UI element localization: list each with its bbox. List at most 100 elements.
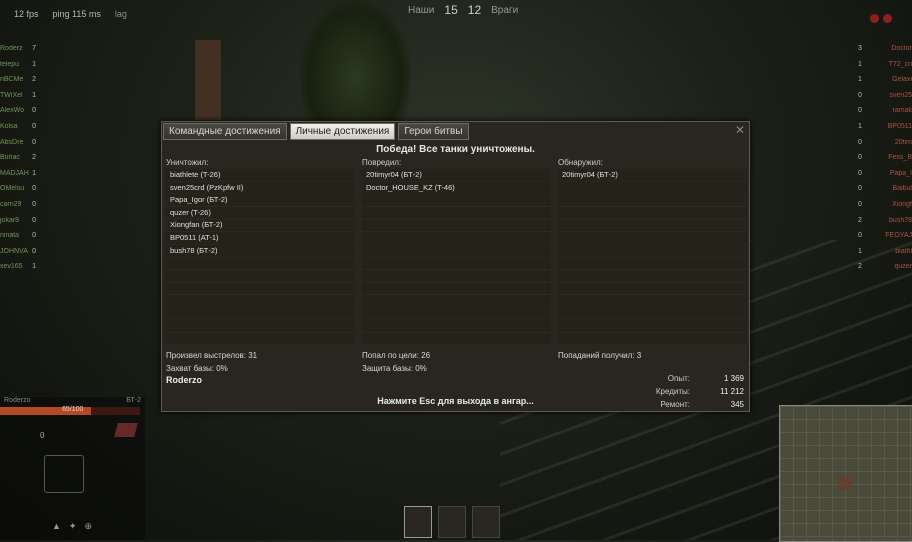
roster-row: 1 Gelaxi (858, 72, 912, 88)
roster-row: ninata 0 (0, 228, 62, 244)
roster-player-name: bush78 (889, 216, 912, 224)
roster-frags: 0 (32, 232, 36, 240)
roster-row: 2 quzer (858, 259, 912, 275)
roster-player-name: 20tim (894, 138, 912, 146)
player-name: Roderzo (4, 397, 31, 404)
roster-frags: 2 (32, 76, 36, 84)
roster-row: Kolsa 0 (0, 119, 62, 135)
list-item: Papa_Igor (БТ-2) (170, 195, 228, 205)
roster-player-name: carn29 (0, 200, 22, 208)
ammo-slot[interactable] (404, 506, 432, 538)
roster-player-name: AlexWo (0, 107, 24, 115)
reward-value: 11 212 (720, 387, 744, 396)
alert-indicators (870, 14, 892, 23)
capture-stat: Захват базы: 0% (166, 364, 228, 373)
results-tab[interactable]: Командные достижения (163, 123, 287, 140)
roster-player-name: FEOYAJ (885, 232, 912, 240)
list-item: 20timyr04 (БТ-2) (562, 170, 618, 179)
roster-frags: 2 (32, 154, 36, 162)
roster-frags: 0 (32, 216, 36, 224)
roster-row: Buriac 2 (0, 150, 62, 166)
damage-icon (114, 423, 138, 437)
roster-row: 0 Xiongf (858, 197, 912, 213)
roster-frags: 1 (32, 91, 36, 99)
health-bar: 65/100 (0, 406, 140, 415)
tank-silhouette-icon (44, 455, 84, 493)
ammo-slot[interactable] (438, 506, 466, 538)
minimap-marker (838, 476, 852, 490)
spotted-column: Обнаружил: 20timyr04 (БТ-2) (558, 158, 747, 346)
roster-row: 0 Baibul (858, 181, 912, 197)
roster-player-name: jokar8 (0, 216, 20, 224)
roster-frags: 0 (32, 122, 36, 130)
health-text: 65/100 (62, 406, 84, 413)
received-stat: Попаданий получил: 3 (558, 351, 642, 360)
roster-row: xev165 1 (0, 259, 62, 275)
roster-frags: 1 (32, 169, 36, 177)
tank-class: БТ-2 (126, 397, 141, 404)
close-icon[interactable]: ✕ (735, 123, 745, 137)
roster-player-name: Gelaxi (892, 76, 912, 84)
roster-frags: 1 (858, 76, 862, 84)
roster-player-name: ramak (892, 107, 912, 115)
results-tab[interactable]: Герои битвы (398, 123, 469, 140)
roster-player-name: ninata (0, 232, 20, 240)
compass-icon: ⊕ (84, 521, 93, 531)
roster-row: AlexWo 0 (0, 103, 62, 119)
roster-player-name: AbsDre (0, 138, 24, 146)
roster-player-name: telepu (0, 60, 20, 68)
roster-row: nBCMe 2 (0, 72, 62, 88)
roster-frags: 0 (858, 185, 862, 193)
team-score: Наши 15 12 Враги (408, 3, 518, 17)
results-player-name: Roderzo (166, 375, 202, 385)
list-item: sven25crd (PzKpfw II) (170, 182, 244, 192)
roster-frags: 0 (32, 107, 36, 115)
list-item: BP0511 (AT-1) (170, 232, 219, 242)
roster-frags: 0 (858, 169, 862, 177)
roster-row: 0 20tim (858, 135, 912, 151)
roster-row: 1 T72_cn (858, 57, 912, 73)
panel-icons: ▲ ✦ ⊕ (52, 521, 92, 532)
crew-icon: ▲ (52, 521, 61, 531)
crosshair-icon: ✦ (68, 521, 77, 531)
roster-row: 0 FEOYAJ (858, 228, 912, 244)
minimap[interactable] (779, 405, 912, 542)
roster-frags: 2 (858, 216, 862, 224)
alert-dot (883, 14, 892, 23)
roster-row: AbsDre 0 (0, 135, 62, 151)
fps-counter: 12 fps (14, 9, 39, 19)
roster-frags: 1 (32, 263, 36, 271)
enemy-score-value: 12 (467, 3, 482, 17)
roster-player-name: Buriac (0, 154, 20, 162)
roster-frags: 1 (32, 60, 36, 68)
damaged-column: Повредил: 20timyr04 (БТ-2) Doctor_HOUSE_K… (362, 158, 551, 346)
hits-stat: Попал по цели: 26 (362, 351, 431, 360)
battle-results-window: Командные достижения Личные достижения Гер… (161, 121, 750, 412)
spotted-list: 20timyr04 (БТ-2) (558, 169, 747, 346)
list-item: bush78 (БТ-2) (170, 245, 218, 255)
roster-player-name: TWiXel (0, 91, 23, 99)
results-tab[interactable]: Личные достижения (289, 123, 396, 140)
roster-row: 0 Papa_I (858, 166, 912, 182)
roster-frags: 1 (858, 247, 862, 255)
roster-row: 0 ramak (858, 103, 912, 119)
damaged-list: 20timyr04 (БТ-2) Doctor_HOUSE_KZ (T-46) (362, 169, 551, 346)
roster-player-name: MADJAH (0, 169, 29, 177)
roster-frags: 0 (32, 185, 36, 193)
roster-row: 2 bush78 (858, 213, 912, 229)
roster-frags: 0 (858, 138, 862, 146)
background-tower (195, 40, 221, 120)
team-score-value: 15 (444, 3, 458, 17)
roster-row: 1 biathl (858, 244, 912, 260)
reward-label: Кредиты: (655, 387, 690, 396)
roster-frags: 0 (32, 200, 36, 208)
roster-row: Roderz 7 (0, 41, 62, 57)
roster-frags: 1 (858, 122, 862, 130)
ammo-bar (404, 506, 500, 538)
defense-stat: Защита базы: 0% (362, 364, 427, 373)
alert-dot (870, 14, 879, 23)
roster-frags: 7 (32, 45, 36, 52)
roster-frags: 0 (858, 107, 862, 115)
ammo-slot[interactable] (472, 506, 500, 538)
reward-label: Опыт: (667, 374, 690, 383)
